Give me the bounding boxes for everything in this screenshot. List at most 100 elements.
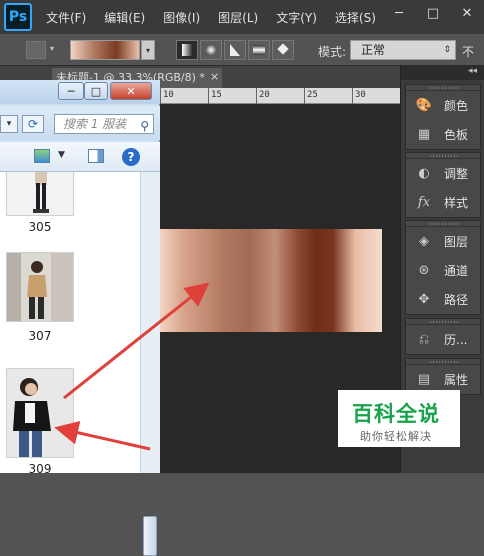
search-icon[interactable]: ⚲ (140, 117, 149, 135)
file-list: 305 307 309 (0, 172, 140, 473)
explorer-minimize-icon[interactable]: ─ (58, 82, 84, 100)
watermark-logo: 百科全说 助你轻松解决 (338, 390, 460, 447)
palette-icon: 🎨 (415, 98, 433, 113)
channels-icon: ⊛ (418, 263, 430, 278)
mode-label: 模式: (318, 45, 347, 59)
angle-gradient-button[interactable] (224, 40, 246, 60)
pen-path-icon: ✥ (418, 292, 430, 307)
panel-paths[interactable]: ✥ 路径 (406, 285, 480, 314)
list-item-label: 305 (28, 220, 52, 234)
menubar: Ps 文件(F) 编辑(E) 图像(I) 图层(L) 文字(Y) 选择(S) ─… (0, 0, 484, 34)
explorer-titlebar[interactable]: ─ □ ✕ (0, 80, 160, 104)
view-dropdown-icon[interactable]: ▼ (58, 150, 65, 160)
ruler-tick (160, 88, 161, 104)
collapse-panels-icon[interactable]: ◂◂ (401, 66, 484, 80)
panel-paths-label: 路径 (444, 293, 469, 307)
panel-group-layers: ◈ 图层 ⊛ 通道 ✥ 路径 (405, 220, 481, 315)
list-item[interactable] (6, 172, 74, 216)
explorer-maximize-icon[interactable]: □ (84, 82, 108, 100)
gradient-image-canvas[interactable] (160, 229, 382, 332)
file-explorer-window: ─ □ ✕ ▾ ⟳ 搜索 1 服装 ⚲ ▼ ? 305 307 309 (0, 80, 160, 556)
panel-adjustments-label: 调整 (444, 167, 469, 181)
menu-file[interactable]: 文件(F) (46, 9, 86, 26)
panel-styles-label: 样式 (444, 196, 469, 210)
window-controls: ─ □ ✕ (382, 0, 484, 26)
panel-history-label: 历... (444, 333, 468, 347)
panel-color-label: 颜色 (444, 99, 469, 113)
explorer-scrollbar[interactable] (140, 172, 160, 556)
explorer-address-bar: ▾ ⟳ 搜索 1 服装 ⚲ (0, 106, 160, 140)
search-input[interactable]: 搜索 1 服装 ⚲ (54, 114, 154, 134)
ruler-tick (208, 88, 209, 104)
thumbnail-image (7, 172, 73, 215)
gradient-tool-icon[interactable] (26, 41, 46, 59)
refresh-icon[interactable]: ⟳ (22, 115, 44, 133)
mode-select[interactable]: 正常 ⇕ (350, 40, 456, 60)
properties-icon: ▤ (417, 372, 431, 387)
menu-edit[interactable]: 编辑(E) (104, 9, 145, 26)
history-icon: ⎌ (418, 332, 430, 347)
ruler-tick (304, 88, 305, 104)
panel-adjustments[interactable]: ◐ 调整 (406, 159, 480, 188)
list-item-label: 307 (28, 329, 52, 343)
thumbnail-image (7, 253, 73, 321)
panel-layers-label: 图层 (444, 235, 469, 249)
watermark-subtitle: 助你轻松解决 (360, 430, 432, 443)
ruler-tick (352, 88, 353, 104)
explorer-close-icon[interactable]: ✕ (110, 82, 152, 100)
layers-icon: ◈ (419, 234, 429, 249)
ruler-label: 25 (307, 90, 318, 100)
gradient-swatch[interactable] (70, 40, 140, 60)
preview-pane-icon[interactable] (88, 149, 104, 163)
search-placeholder: 搜索 1 服装 (63, 117, 127, 131)
help-icon[interactable]: ? (122, 148, 140, 166)
panel-styles[interactable]: fx 样式 (406, 188, 480, 217)
list-item-label: 309 (28, 462, 52, 473)
view-icon[interactable] (34, 149, 50, 163)
scrollbar-thumb[interactable] (143, 516, 157, 556)
panel-group-history: ⎌ 历... (405, 318, 481, 355)
photoshop-logo: Ps (4, 3, 32, 31)
maximize-icon[interactable]: □ (416, 0, 450, 26)
panel-properties-label: 属性 (444, 373, 469, 387)
list-item[interactable] (6, 368, 74, 458)
gradient-picker-dropdown-icon[interactable]: ▾ (141, 40, 155, 60)
menu-layer[interactable]: 图层(L) (218, 9, 258, 26)
panel-group-adjust: ◐ 调整 fx 样式 (405, 152, 481, 218)
thumbnail-image (7, 369, 73, 457)
panel-channels-label: 通道 (444, 264, 469, 278)
opacity-label-partial: 不 (462, 45, 475, 59)
ruler-tick (256, 88, 257, 104)
explorer-toolbar: ▼ ? (0, 142, 160, 172)
linear-gradient-button[interactable] (176, 40, 198, 60)
panel-history[interactable]: ⎌ 历... (406, 325, 480, 354)
horizontal-ruler: 10 15 20 25 30 (160, 88, 400, 104)
adjust-circle-icon: ◐ (418, 166, 430, 181)
options-bar: ▾ ▾ 模式: 正常 ⇕ 不 (0, 34, 484, 66)
close-icon[interactable]: ✕ (450, 0, 484, 26)
panel-swatches[interactable]: ▦ 色板 (406, 120, 480, 149)
radial-gradient-button[interactable] (200, 40, 222, 60)
panel-group-color: 🎨 颜色 ▦ 色板 (405, 84, 481, 150)
grid-icon: ▦ (417, 127, 431, 142)
menu-image[interactable]: 图像(I) (163, 9, 200, 26)
dropdown-arrow-icon[interactable]: ▾ (0, 115, 18, 133)
mode-select-value: 正常 (361, 43, 386, 57)
fx-icon: fx (417, 195, 431, 210)
panel-swatches-label: 色板 (444, 128, 469, 142)
watermark-title: 百科全说 (352, 402, 440, 426)
panel-layers[interactable]: ◈ 图层 (406, 227, 480, 256)
diamond-gradient-button[interactable] (272, 40, 294, 60)
panel-color[interactable]: 🎨 颜色 (406, 91, 480, 120)
tab-close-icon[interactable]: × (210, 70, 219, 83)
panel-channels[interactable]: ⊛ 通道 (406, 256, 480, 285)
menu-select[interactable]: 选择(S) (335, 9, 376, 26)
ruler-label: 20 (259, 90, 270, 100)
menu-type[interactable]: 文字(Y) (276, 9, 317, 26)
minimize-icon[interactable]: ─ (382, 0, 416, 26)
ruler-label: 30 (355, 90, 366, 100)
reflected-gradient-button[interactable] (248, 40, 270, 60)
list-item[interactable] (6, 252, 74, 322)
ruler-label: 15 (211, 90, 222, 100)
tool-preset-arrow-icon[interactable]: ▾ (50, 44, 54, 53)
